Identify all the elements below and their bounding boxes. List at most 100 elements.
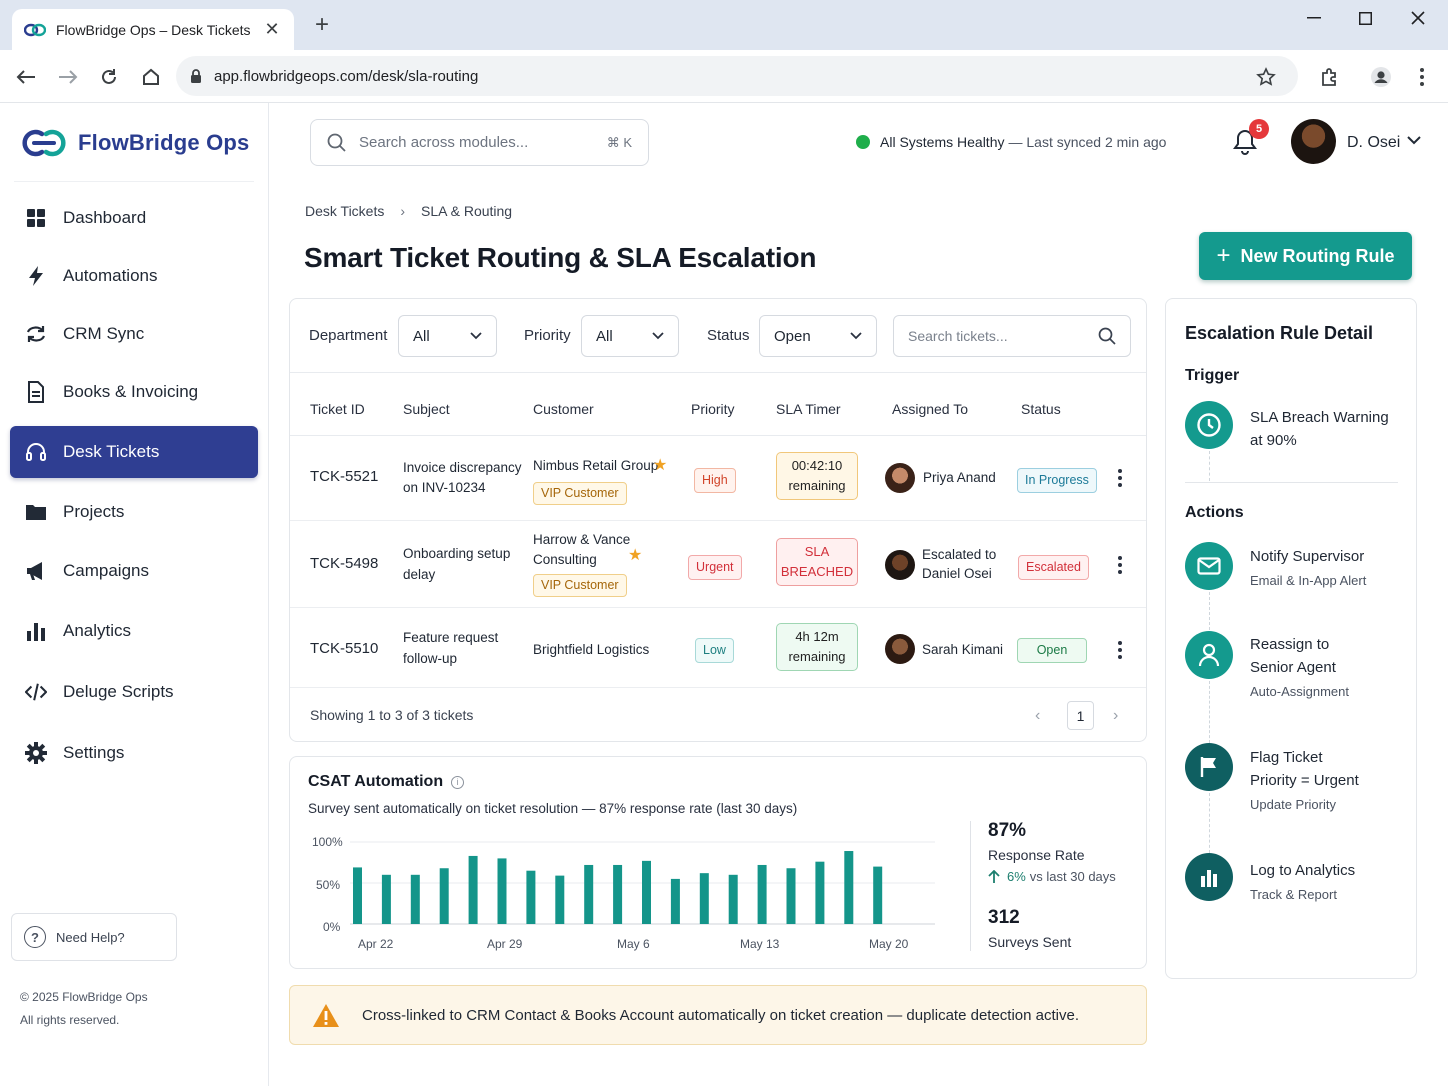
sidebar-item-label: Campaigns — [63, 561, 149, 580]
trigger-heading: Trigger — [1185, 367, 1240, 384]
sidebar-item-label: Analytics — [63, 621, 132, 640]
customer-name[interactable]: Consulting — [533, 550, 597, 570]
rights-text: All rights reserved. — [20, 1013, 120, 1027]
chevron-right-icon[interactable]: › — [1113, 707, 1118, 725]
browser-tab-strip: FlowBridge Ops – Desk Tickets ✕ + — [0, 0, 1448, 50]
home-icon[interactable] — [139, 65, 163, 89]
star-icon: ★ — [628, 547, 643, 564]
sidebar-item-automations[interactable]: Automations — [10, 250, 258, 302]
row-divider — [290, 520, 1146, 521]
sidebar-item-label: Dashboard — [63, 208, 147, 227]
row-menu-icon[interactable] — [1118, 469, 1122, 487]
status-select-value: Open — [774, 327, 811, 345]
pagination-page[interactable]: 1 — [1067, 701, 1094, 730]
status-select[interactable]: Open — [759, 315, 877, 357]
avatar — [885, 550, 915, 580]
maximize-icon[interactable] — [1345, 8, 1385, 28]
minimize-icon[interactable] — [1294, 8, 1334, 28]
reload-icon[interactable] — [97, 65, 121, 89]
close-window-icon[interactable] — [1398, 8, 1438, 28]
customer-name[interactable]: Brightfield Logistics — [533, 640, 649, 660]
chevron-down-icon — [850, 332, 862, 340]
forward-icon[interactable] — [56, 65, 80, 89]
need-help-button[interactable]: ? Need Help? — [11, 913, 177, 961]
ticket-search-input[interactable]: Search tickets... — [893, 315, 1131, 357]
chart-bar — [410, 874, 420, 924]
ticket-search-placeholder: Search tickets... — [908, 328, 1008, 344]
tab-close-icon[interactable]: ✕ — [262, 19, 282, 40]
chart-bar — [353, 867, 362, 924]
sidebar-item-desk-tickets[interactable]: Desk Tickets — [10, 426, 258, 478]
department-filter-label: Department — [309, 327, 388, 344]
document-icon — [25, 381, 47, 403]
column-header-priority[interactable]: Priority — [691, 401, 735, 417]
sidebar-item-campaigns[interactable]: Campaigns — [10, 545, 258, 597]
global-search-input[interactable]: Search across modules... ⌘ K — [310, 119, 649, 166]
customer-name[interactable]: Nimbus Retail Group — [533, 456, 658, 476]
rule-detail-title: Escalation Rule Detail — [1185, 323, 1374, 343]
sidebar-item-books-invoicing[interactable]: Books & Invoicing — [10, 366, 258, 418]
timeline-connector — [1209, 451, 1210, 481]
response-rate-value: 87% — [988, 820, 1027, 841]
action-name: Flag Ticket Priority = Urgent — [1250, 749, 1359, 789]
actions-heading: Actions — [1185, 504, 1244, 521]
surveys-sent-value: 312 — [988, 907, 1020, 928]
delta-value: 6% — [1007, 869, 1026, 884]
breadcrumb-parent-link[interactable]: Desk Tickets — [305, 203, 384, 219]
customer-name[interactable]: Harrow & Vance — [533, 530, 630, 550]
sla-timer: SLA BREACHED — [776, 538, 858, 586]
back-icon[interactable] — [14, 65, 38, 89]
address-bar[interactable]: app.flowbridgeops.com/desk/sla-routing — [176, 56, 1298, 96]
alert-text: Cross-linked to CRM Contact & Books Acco… — [362, 1006, 1080, 1024]
last-synced-text: — Last synced 2 min ago — [1008, 134, 1167, 150]
priority-select[interactable]: All — [581, 315, 679, 357]
sidebar-item-projects[interactable]: Projects — [10, 486, 258, 538]
new-routing-rule-label: New Routing Rule — [1240, 245, 1395, 266]
sidebar: FlowBridge Ops Dashboard Automations CRM… — [0, 103, 269, 1086]
copyright-text: © 2025 FlowBridge Ops — [20, 990, 148, 1004]
csat-card: CSAT Automation i Survey sent automatica… — [289, 756, 1147, 969]
column-header-customer[interactable]: Customer — [533, 401, 594, 417]
sidebar-item-label: Automations — [63, 266, 158, 285]
new-routing-rule-button[interactable]: + New Routing Rule — [1199, 232, 1412, 280]
chart-bar — [815, 861, 825, 924]
sidebar-item-settings[interactable]: Settings — [10, 727, 258, 779]
timeline-connector — [1209, 793, 1210, 853]
action-name: Reassign to Senior Agent — [1250, 636, 1336, 676]
column-header-ticket-id[interactable]: Ticket ID — [310, 401, 365, 417]
row-menu-icon[interactable] — [1118, 556, 1122, 574]
browser-menu-icon[interactable] — [1410, 65, 1434, 89]
browser-tab[interactable]: FlowBridge Ops – Desk Tickets ✕ — [12, 9, 294, 50]
tab-title: FlowBridge Ops – Desk Tickets — [56, 21, 251, 38]
bookmark-star-icon[interactable] — [1254, 65, 1278, 89]
column-header-subject[interactable]: Subject — [403, 401, 450, 417]
department-select[interactable]: All — [398, 315, 497, 357]
delta-label: vs last 30 days — [1029, 869, 1116, 884]
new-tab-icon[interactable]: + — [310, 13, 334, 38]
extensions-icon[interactable] — [1318, 65, 1342, 89]
column-header-status[interactable]: Status — [1021, 401, 1061, 417]
sidebar-item-crm-sync[interactable]: CRM Sync — [10, 308, 258, 360]
row-menu-icon[interactable] — [1118, 641, 1122, 659]
sidebar-item-deluge-scripts[interactable]: Deluge Scripts — [10, 666, 258, 718]
ticket-id[interactable]: TCK-5498 — [310, 554, 378, 574]
sidebar-item-analytics[interactable]: Analytics — [10, 605, 258, 657]
sidebar-item-dashboard[interactable]: Dashboard — [10, 192, 258, 244]
ticket-id[interactable]: TCK-5521 — [310, 467, 378, 487]
sidebar-item-label: Projects — [63, 502, 125, 521]
user-name[interactable]: D. Osei — [1347, 134, 1400, 152]
user-avatar[interactable] — [1291, 119, 1336, 164]
ticket-id[interactable]: TCK-5510 — [310, 639, 378, 659]
status-badge: In Progress — [1017, 468, 1097, 493]
sidebar-item-label: CRM Sync — [63, 324, 145, 343]
chevron-left-icon[interactable]: ‹ — [1035, 707, 1040, 725]
response-rate-label: Response Rate — [988, 847, 1085, 863]
chevron-down-icon[interactable] — [1407, 136, 1421, 145]
star-icon: ★ — [653, 457, 668, 474]
column-header-assigned-to[interactable]: Assigned To — [892, 401, 968, 417]
info-icon[interactable]: i — [451, 775, 465, 789]
browser-toolbar: app.flowbridgeops.com/desk/sla-routing — [0, 50, 1448, 103]
profile-icon[interactable] — [1369, 65, 1393, 89]
column-header-sla-timer[interactable]: SLA Timer — [776, 401, 841, 417]
brand-logo[interactable]: FlowBridge Ops — [20, 127, 249, 159]
